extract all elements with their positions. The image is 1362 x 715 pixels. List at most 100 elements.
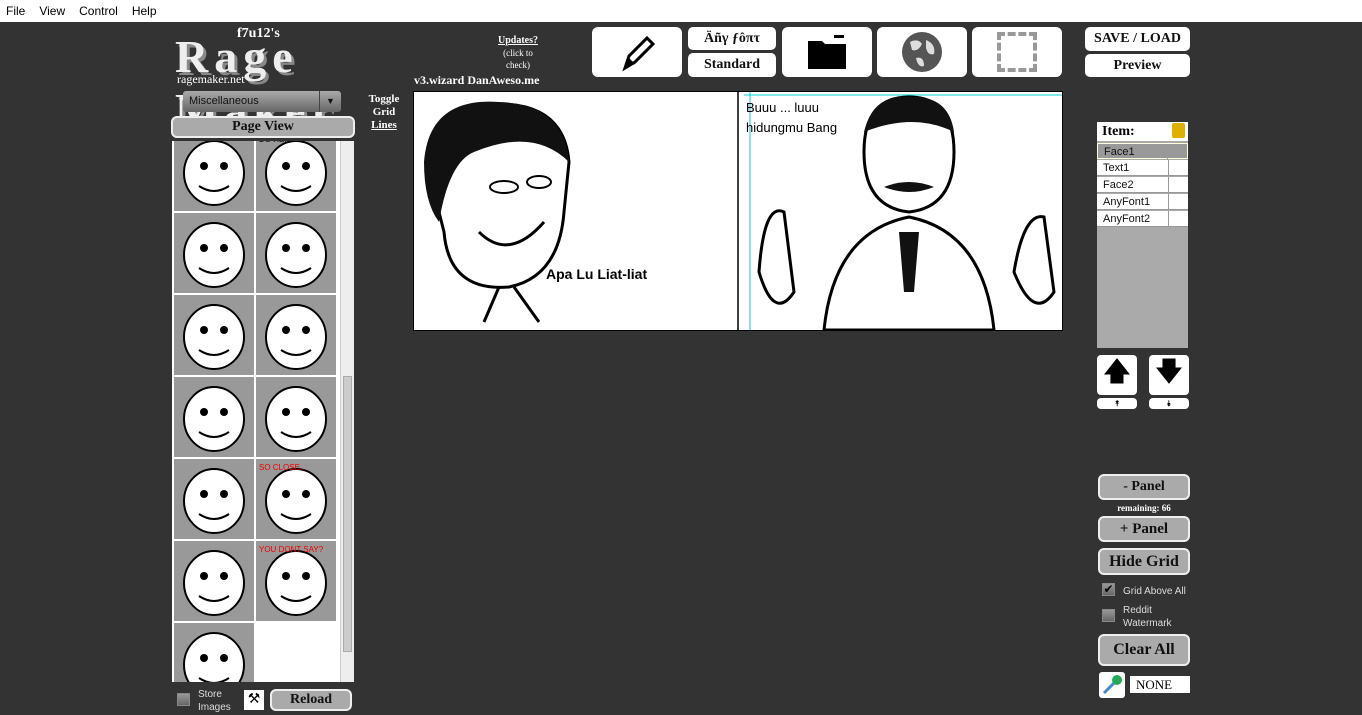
palette-face-so-close[interactable]: SO CLOSE... <box>256 459 336 539</box>
menu-control[interactable]: Control <box>79 4 118 18</box>
remaining-label: remaining: 66 <box>1117 503 1171 513</box>
arrow-bottom-icon: ⯯ <box>1166 398 1172 408</box>
item-lock-cell[interactable] <box>1167 144 1187 160</box>
palette-caption: SO CLOSE... <box>259 463 307 472</box>
pencil-icon <box>622 35 656 72</box>
preview-button[interactable]: Preview <box>1085 54 1190 77</box>
standard-font-button[interactable]: Standard <box>688 53 776 77</box>
clear-all-button[interactable]: Clear All <box>1098 634 1190 666</box>
panel2-line2: hidungmu Bang <box>746 120 838 135</box>
toggle-label: Toggle <box>368 93 400 105</box>
canvas-drawing <box>424 92 1062 330</box>
comic-canvas[interactable]: Apa Lu Liat-liat Buuu ... luuu hidungmu … <box>413 91 1063 331</box>
remove-panel-button[interactable]: - Panel <box>1098 474 1190 500</box>
palette-scrollbar[interactable] <box>340 141 354 682</box>
folder-icon <box>808 35 846 69</box>
lines-label: Lines <box>371 119 397 131</box>
reload-button[interactable]: Reload <box>270 689 352 711</box>
item-lock-cell[interactable] <box>1168 194 1188 210</box>
palette-face-do-here[interactable]: DO HERE <box>256 141 336 211</box>
move-bottom-button[interactable]: ⯯ <box>1149 398 1189 409</box>
scrollbar-thumb[interactable] <box>343 376 352 652</box>
item-header-label: Item: <box>1102 124 1135 139</box>
toggle-grid-lines-link[interactable]: Toggle Grid Lines <box>364 93 404 132</box>
item-lock-cell[interactable] <box>1168 160 1188 176</box>
menu-file[interactable]: File <box>6 4 25 18</box>
menu-bar: File View Control Help <box>0 0 1362 22</box>
item-label: Face1 <box>1104 146 1135 158</box>
arrow-top-icon: ⯭ <box>1114 398 1120 408</box>
palette-face-face[interactable] <box>174 141 254 211</box>
hide-grid-button[interactable]: Hide Grid <box>1098 548 1190 575</box>
page-view-button[interactable]: Page View <box>171 116 355 138</box>
logo-author: f7u12's <box>237 26 280 41</box>
chevron-down-icon: ▼ <box>319 91 341 112</box>
grid-above-all-label: Grid Above All <box>1123 586 1186 597</box>
palette-face-face[interactable] <box>174 541 254 621</box>
palette-face-face[interactable] <box>174 295 254 375</box>
any-font-button[interactable]: Äñγ ƒôπτ <box>688 27 776 50</box>
item-header: Item: <box>1097 122 1188 141</box>
palette-face-face[interactable] <box>174 377 254 457</box>
arrow-up-icon: 🡅 <box>1103 357 1131 386</box>
updates-link[interactable]: Updates? (click to check) <box>495 34 541 71</box>
reddit-watermark-checkbox[interactable] <box>1102 609 1115 622</box>
save-load-button[interactable]: SAVE / LOAD <box>1085 27 1190 51</box>
item-label: AnyFont2 <box>1103 213 1151 225</box>
reddit-watermark-label: Reddit Watermark <box>1123 605 1172 629</box>
palette-caption: YOU DONT SAY? <box>259 545 324 554</box>
item-row[interactable]: AnyFont1 <box>1097 194 1188 210</box>
palette-caption: DO HERE <box>259 141 295 144</box>
face1[interactable] <box>424 101 571 323</box>
color-value[interactable]: NONE <box>1130 676 1190 693</box>
menu-help[interactable]: Help <box>132 4 157 18</box>
palette-face-face[interactable] <box>174 213 254 293</box>
category-value: Miscellaneous <box>189 95 259 107</box>
move-top-button[interactable]: ⯭ <box>1097 398 1137 409</box>
store-images-checkbox[interactable] <box>177 693 190 706</box>
eyedropper-icon <box>1102 675 1122 695</box>
palette-face-face[interactable] <box>174 623 254 682</box>
add-panel-button[interactable]: + Panel <box>1098 516 1190 542</box>
menu-view[interactable]: View <box>39 4 65 18</box>
item-row[interactable]: Text1 <box>1097 160 1188 176</box>
item-lock-cell[interactable] <box>1168 177 1188 193</box>
palette-face-face[interactable] <box>174 459 254 539</box>
item-row[interactable]: AnyFont2 <box>1097 211 1188 227</box>
panel1-text[interactable]: Apa Lu Liat-liat <box>546 266 647 282</box>
grid-label: Grid <box>372 106 396 118</box>
store-images-label: Store Images <box>198 689 231 713</box>
pencil-button[interactable] <box>592 27 682 77</box>
move-down-button[interactable]: 🡇 <box>1149 355 1189 395</box>
category-select[interactable]: Miscellaneous ▼ <box>183 91 341 112</box>
selection-button[interactable] <box>972 27 1062 77</box>
selection-icon <box>997 32 1037 72</box>
item-list: Item: Face1 Text1 Face2 AnyFont1 AnyFont2 <box>1097 122 1188 348</box>
move-up-button[interactable]: 🡅 <box>1097 355 1137 395</box>
panel2-text[interactable]: Buuu ... luuu hidungmu Bang <box>746 98 837 138</box>
arrow-down-icon: 🡇 <box>1155 357 1183 386</box>
item-row[interactable]: Face2 <box>1097 177 1188 193</box>
face-palette: YOU DONT SAY? SO CLOSE... DO HERE <box>172 141 354 682</box>
grid-above-all-checkbox[interactable]: ✔ <box>1102 583 1115 596</box>
palette-face-face[interactable] <box>256 377 336 457</box>
globe-icon <box>902 32 942 72</box>
panel2-line1: Buuu ... luuu <box>746 100 819 115</box>
globe-button[interactable] <box>877 27 967 77</box>
palette-face-you-dont-say[interactable]: YOU DONT SAY? <box>256 541 336 621</box>
palette-face-face[interactable] <box>256 295 336 375</box>
logo-site: ragemaker.net <box>177 72 245 86</box>
folder-button[interactable] <box>782 27 872 77</box>
palette-face-face[interactable] <box>256 213 336 293</box>
item-label: Text1 <box>1103 162 1130 174</box>
item-lock-cell[interactable] <box>1168 211 1188 227</box>
item-label: Face2 <box>1103 179 1134 191</box>
lock-icon[interactable] <box>1172 123 1185 138</box>
eyedropper-button[interactable] <box>1099 672 1125 698</box>
version-label: v3.wizard DanAweso.me <box>414 73 540 87</box>
updates-title: Updates? <box>497 35 538 46</box>
tools-icon[interactable]: ⚒ <box>244 690 264 710</box>
updates-sub: (click to check) <box>503 48 533 70</box>
item-row[interactable]: Face1 <box>1097 143 1188 160</box>
item-label: AnyFont1 <box>1103 196 1151 208</box>
